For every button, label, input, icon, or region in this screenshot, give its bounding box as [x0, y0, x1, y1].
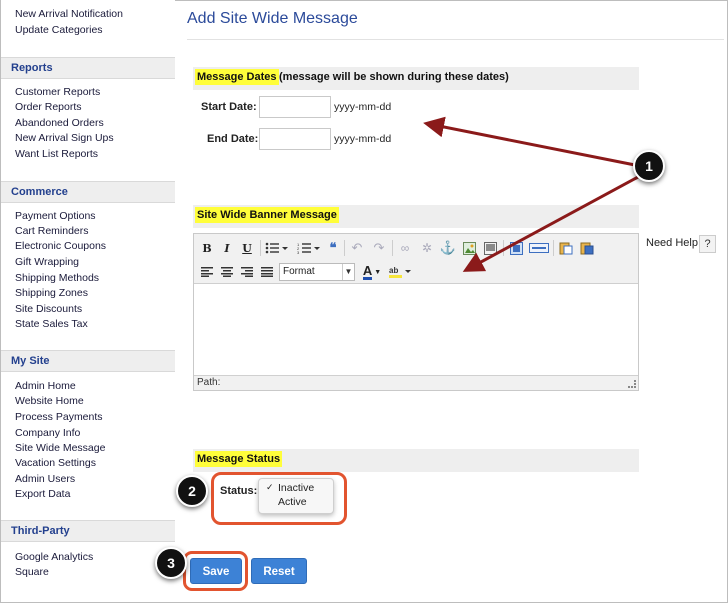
callout-3: 3 — [155, 547, 187, 579]
annotation-arrows — [423, 116, 639, 272]
callout-1: 1 — [633, 150, 665, 182]
arrow-to-message-dates — [423, 116, 636, 167]
callout-2: 2 — [176, 475, 208, 507]
arrow-to-banner-editor — [462, 175, 639, 272]
